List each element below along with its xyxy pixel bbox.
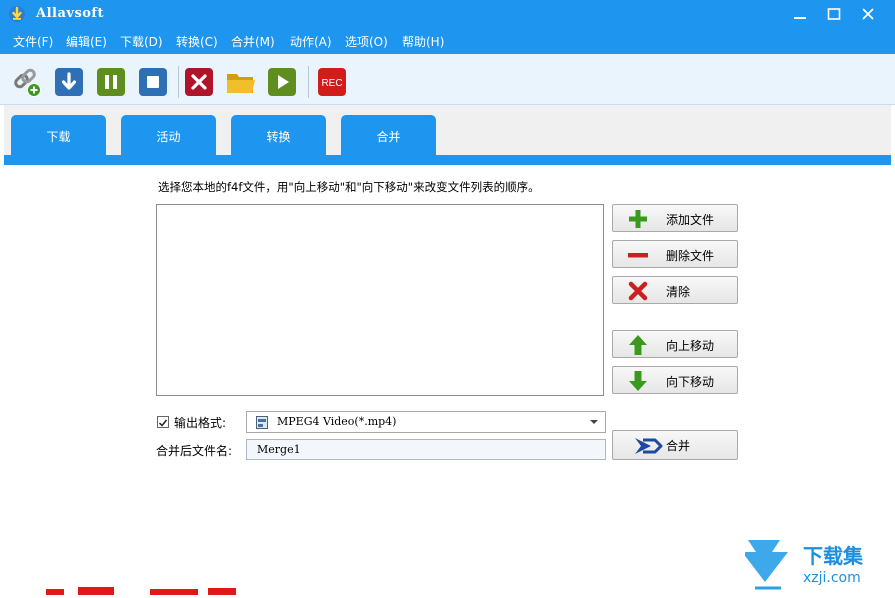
app-title: Allavsoft: [36, 6, 105, 21]
close-icon: [862, 8, 874, 20]
move-up-label: 向上移动: [666, 339, 715, 353]
menu-action[interactable]: 动作(A): [290, 33, 332, 50]
maximize-icon: [827, 8, 841, 20]
folder-icon: [227, 74, 255, 93]
tab-convert[interactable]: 转换: [231, 115, 326, 157]
download-arrow-logo-icon: 下载集 xzji.com: [742, 540, 864, 590]
merge-arrow-icon: [635, 438, 663, 454]
pause-icon: [97, 68, 125, 96]
dropdown-arrow-icon: [590, 420, 598, 424]
tab-label: 合并: [376, 130, 401, 144]
clear-x-icon: [628, 281, 648, 301]
paste-link-button[interactable]: [12, 68, 41, 97]
tab-active[interactable]: 活动: [121, 115, 216, 157]
play-icon: [268, 68, 296, 96]
toolbar-separator: [178, 66, 179, 98]
watermark-logo: 下载集 xzji.com: [742, 540, 895, 592]
red-watermark-fragment: [30, 584, 240, 595]
tab-label: 转换: [266, 130, 291, 144]
menu-merge[interactable]: 合并(M): [231, 33, 275, 50]
stop-icon: [139, 68, 167, 96]
stop-button[interactable]: [139, 68, 167, 96]
maximize-button[interactable]: [817, 0, 851, 28]
link-add-icon: [14, 68, 41, 97]
title-bar: Allavsoft: [0, 0, 895, 28]
tab-download[interactable]: 下载: [11, 115, 106, 157]
video-file-icon: [256, 416, 268, 429]
delete-icon: [185, 68, 213, 96]
toolbar: REC: [0, 54, 895, 105]
plus-icon: [629, 210, 647, 228]
checkmark-icon: [158, 419, 168, 427]
menu-download[interactable]: 下载(D): [120, 33, 163, 50]
remove-file-button[interactable]: 删除文件: [612, 240, 738, 268]
download-icon: [55, 68, 83, 96]
menu-convert[interactable]: 转换(C): [176, 33, 218, 50]
move-up-button[interactable]: 向上移动: [612, 330, 738, 358]
download-button[interactable]: [55, 68, 83, 96]
play-button[interactable]: [268, 68, 296, 96]
watermark-url: xzji.com: [803, 570, 861, 586]
arrow-down-icon: [629, 371, 647, 391]
rec-icon: REC: [318, 68, 346, 96]
file-list[interactable]: [156, 204, 604, 396]
clear-button[interactable]: 清除: [612, 276, 738, 304]
tab-merge[interactable]: 合并: [341, 115, 436, 157]
toolbar-separator: [308, 66, 309, 98]
red-text-fragment-icon: [46, 587, 236, 595]
move-down-button[interactable]: 向下移动: [612, 366, 738, 394]
arrow-up-icon: [629, 335, 647, 355]
menu-edit[interactable]: 编辑(E): [66, 33, 107, 50]
merged-filename-label: 合并后文件名:: [156, 444, 233, 458]
open-folder-button[interactable]: [226, 68, 255, 96]
add-file-button[interactable]: 添加文件: [612, 204, 738, 232]
tab-label: 活动: [156, 130, 181, 144]
tab-strip: [4, 155, 891, 165]
instruction-text: 选择您本地的f4f文件，用"向上移动"和"向下移动"来改变文件列表的顺序。: [158, 180, 540, 194]
output-format-value: MPEG4 Video(*.mp4): [277, 415, 397, 428]
tab-label: 下载: [46, 130, 71, 144]
pause-button[interactable]: [97, 68, 125, 96]
close-button[interactable]: [851, 0, 885, 28]
minus-icon: [628, 253, 648, 258]
menu-bar: 文件(F) 编辑(E) 下载(D) 转换(C) 合并(M) 动作(A) 选项(O…: [0, 28, 895, 54]
remove-file-label: 删除文件: [666, 249, 715, 263]
output-format-select[interactable]: MPEG4 Video(*.mp4): [246, 411, 606, 433]
output-format-label: 输出格式:: [174, 416, 227, 430]
menu-help[interactable]: 帮助(H): [402, 33, 444, 50]
menu-options[interactable]: 选项(O): [345, 33, 388, 50]
delete-button[interactable]: [185, 68, 213, 96]
minimize-icon: [794, 17, 806, 19]
output-format-checkbox[interactable]: [157, 416, 169, 428]
merged-filename-input[interactable]: Merge1: [246, 439, 606, 460]
clear-label: 清除: [666, 285, 691, 299]
rec-label: REC: [321, 78, 342, 89]
watermark-title: 下载集: [803, 544, 864, 568]
merge-label: 合并: [666, 439, 691, 453]
move-down-label: 向下移动: [666, 375, 715, 389]
record-button[interactable]: REC: [318, 68, 346, 96]
minimize-button[interactable]: [783, 0, 817, 28]
merge-button[interactable]: 合并: [612, 430, 738, 460]
app-logo-icon: [9, 6, 25, 22]
menu-file[interactable]: 文件(F): [13, 33, 53, 50]
add-file-label: 添加文件: [666, 213, 715, 227]
